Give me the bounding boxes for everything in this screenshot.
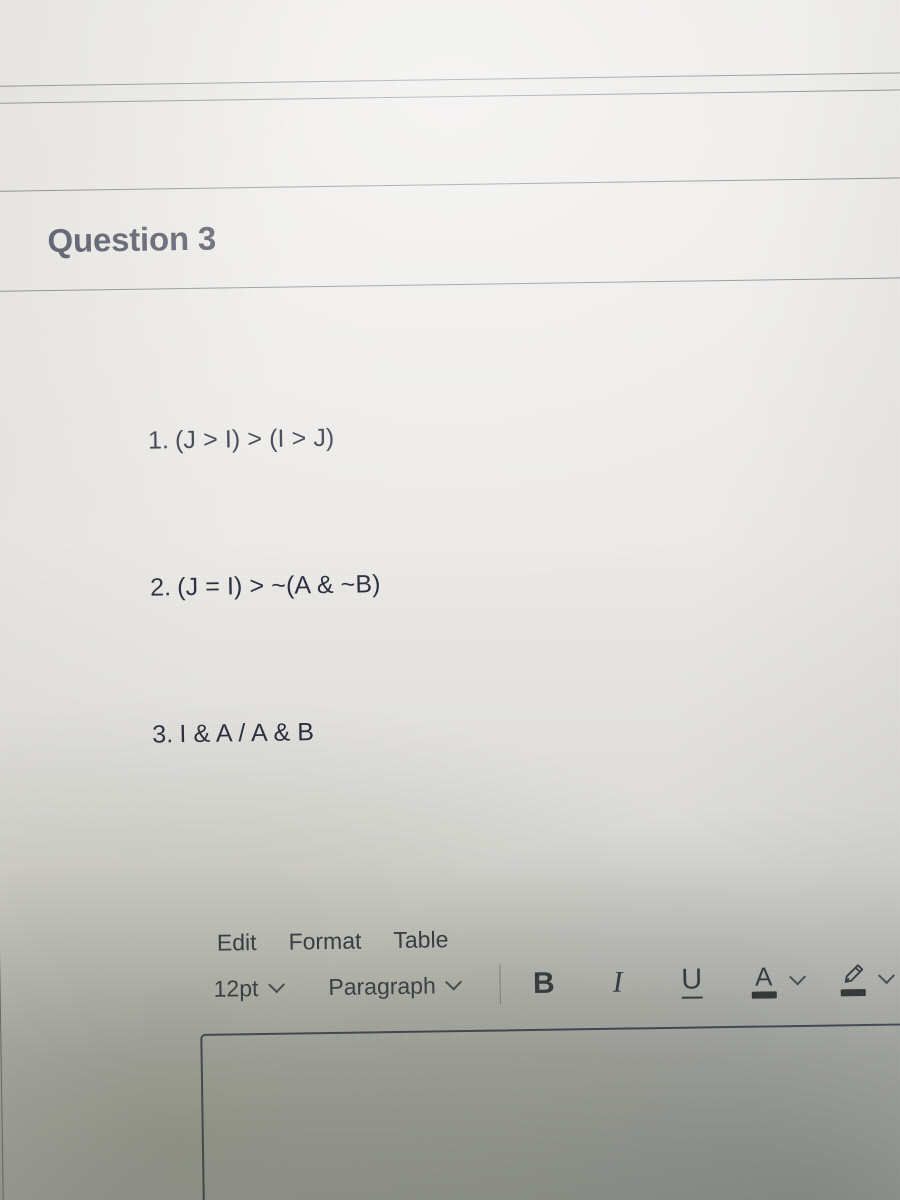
underline-icon: U: [681, 963, 703, 999]
premise-expression: (J > I) > (I > J): [174, 423, 335, 455]
font-size-select[interactable]: 12pt: [213, 974, 284, 1002]
menu-item-edit[interactable]: Edit: [217, 929, 257, 957]
italic-button[interactable]: I: [600, 959, 635, 1005]
italic-icon: I: [612, 965, 624, 999]
screen-content: Question 3 1. (J > I) > (I > J) 2. (J = I)…: [0, 0, 900, 1200]
block-format-select[interactable]: Paragraph: [328, 972, 462, 1001]
menu-item-table[interactable]: Table: [393, 926, 448, 954]
card-above-top: [0, 0, 900, 88]
page-title: Question 3: [47, 219, 217, 259]
premise-line: 3. I & A / A & B: [81, 649, 900, 810]
question-body: 1. (J > I) > (I > J) 2. (J = I) > ~(A & ~B…: [0, 277, 900, 1200]
chevron-down-icon: [269, 978, 284, 993]
text-color-swatch: [751, 990, 777, 999]
chevron-down-icon[interactable]: [880, 969, 895, 984]
premise-number: 1.: [147, 426, 170, 455]
toolbar-divider: [499, 964, 502, 1005]
rich-content-editor: Edit Format Table 12pt Paragraph B I U A: [195, 913, 900, 1200]
premise-number: 2.: [149, 573, 172, 602]
chevron-down-icon: [447, 976, 462, 991]
premise-expression: (J = I) > ~(A & ~B): [176, 570, 381, 602]
premise-line: 1. (J > I) > (I > J): [76, 355, 900, 516]
premise-number: 3.: [152, 720, 174, 749]
question-card: Question 3 1. (J > I) > (I > J) 2. (J = I)…: [0, 176, 900, 1200]
photographed-screen: Question 3 1. (J > I) > (I > J) 2. (J = I)…: [0, 0, 900, 1200]
highlighter-pen-icon: [839, 963, 865, 987]
question-header: Question 3: [0, 177, 900, 292]
bold-icon: B: [532, 966, 555, 1000]
editor-toolbar: 12pt Paragraph B I U A: [195, 947, 900, 1018]
block-format-value: Paragraph: [328, 971, 436, 1000]
highlight-color-swatch: [840, 988, 866, 996]
highlight-color-button[interactable]: [835, 956, 870, 1002]
menu-item-format[interactable]: Format: [288, 927, 361, 955]
text-color-icon: A: [754, 960, 773, 992]
chevron-down-icon[interactable]: [791, 970, 806, 985]
premise-expression: I & A / A & B: [179, 718, 315, 749]
bold-button[interactable]: B: [526, 961, 561, 1007]
editor-text-area[interactable]: [200, 1020, 900, 1200]
premise-line: 2. (J = I) > ~(A & ~B): [79, 502, 900, 663]
underline-button[interactable]: U: [674, 958, 709, 1004]
font-size-value: 12pt: [213, 974, 259, 1002]
text-color-button[interactable]: A: [746, 957, 781, 1003]
